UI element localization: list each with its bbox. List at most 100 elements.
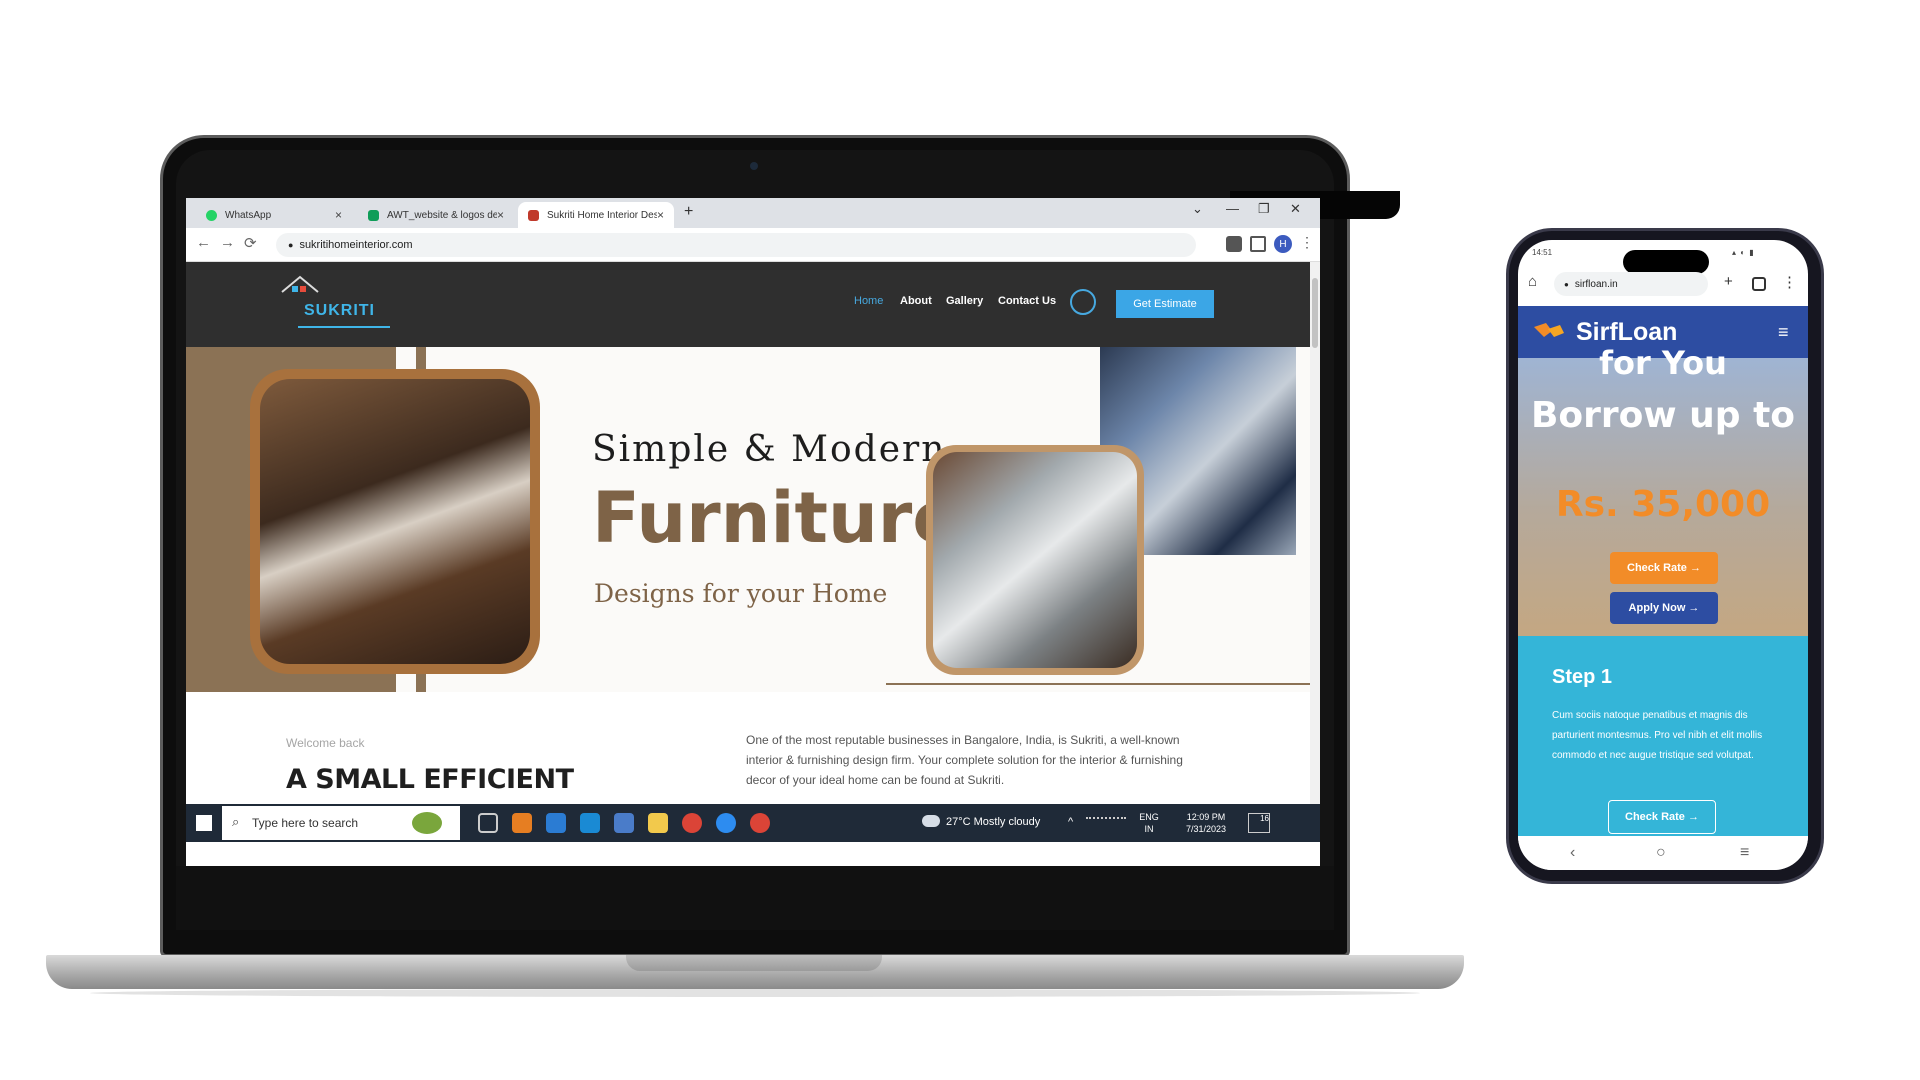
home-icon[interactable]: ⌂ <box>1528 273 1537 290</box>
sirfloan-logo-icon[interactable] <box>1534 323 1564 339</box>
search-icon: ⌕ <box>232 814 240 829</box>
hero-divider <box>886 683 1310 685</box>
task-view-icon[interactable] <box>478 813 498 833</box>
page-scrollbar[interactable] <box>1310 262 1320 804</box>
logo-text: SUKRITI <box>304 302 375 319</box>
search-placeholder: Type here to search <box>252 816 359 830</box>
back-icon[interactable]: ← <box>196 234 211 251</box>
bedroom-photo <box>260 379 530 664</box>
weather-text[interactable]: 27°C Mostly cloudy <box>946 816 1040 828</box>
vscode-icon[interactable] <box>546 813 566 833</box>
home-circle-icon[interactable]: ○ <box>1656 844 1666 862</box>
hero-line-3: Designs for your Home <box>594 579 888 608</box>
brand-name[interactable]: SirfLoan <box>1576 318 1677 347</box>
phone-url-text: sirfloan.in <box>1574 278 1618 290</box>
forward-icon[interactable]: → <box>220 234 235 251</box>
whatsapp-icon[interactable] <box>1070 289 1096 315</box>
step-title: Step 1 <box>1552 666 1613 688</box>
close-tab-icon[interactable]: × <box>335 208 342 222</box>
minimize-button[interactable]: — <box>1226 201 1239 216</box>
hamburger-menu-icon[interactable]: ≡ <box>1778 322 1789 343</box>
nav-gallery[interactable]: Gallery <box>946 295 983 307</box>
logo-underline <box>298 326 390 328</box>
mail-icon[interactable] <box>580 813 600 833</box>
recents-icon[interactable]: ≡ <box>1740 844 1749 862</box>
notifications-icon[interactable]: 16 <box>1248 813 1270 833</box>
nav-contact-us[interactable]: Contact Us <box>998 295 1056 307</box>
welcome-label: Welcome back <box>286 736 365 750</box>
reload-icon[interactable]: ⟳ <box>244 234 257 252</box>
tray-chevron-icon[interactable]: ^ <box>1068 816 1073 828</box>
phone-url-input[interactable]: ● sirfloan.in <box>1554 272 1708 296</box>
sheets-icon <box>368 209 379 221</box>
status-icons: ▴ ◐ ▮ <box>1732 248 1755 257</box>
close-tab-icon[interactable]: × <box>497 208 504 222</box>
nav-about[interactable]: About <box>900 295 932 307</box>
wardrobe-photo <box>933 452 1137 668</box>
apply-now-button[interactable]: Apply Now → <box>1610 592 1718 624</box>
sidepanel-icon[interactable] <box>1250 236 1266 252</box>
phone-nav-bar: ‹ ○ ≡ <box>1518 836 1808 870</box>
phone-screen: 14:51 ▴ ◐ ▮ ⌂ ● sirfloan.in + ⋮ SirfLoan… <box>1518 240 1808 870</box>
tab-whatsapp[interactable]: WhatsApp × <box>196 202 352 228</box>
step-check-rate-button[interactable]: Check Rate → <box>1608 800 1716 834</box>
time-text: 12:09 PM <box>1186 812 1226 822</box>
windows-start-icon[interactable] <box>196 815 212 831</box>
back-icon[interactable]: ‹ <box>1570 844 1575 862</box>
url-text: sukritihomeinterior.com <box>299 239 413 251</box>
store-icon[interactable] <box>614 813 634 833</box>
bedroom-photo-frame <box>250 369 540 674</box>
new-tab-button[interactable]: + <box>684 203 693 221</box>
skype-icon[interactable] <box>716 813 736 833</box>
chrome-profile-icon[interactable] <box>750 813 770 833</box>
intro-paragraph: One of the most reputable businesses in … <box>746 733 1183 787</box>
weather-icon <box>922 815 940 827</box>
windows-taskbar: ⌕ Type here to search 27°C Mostly cloudy… <box>186 804 1320 842</box>
phone-menu-icon[interactable]: ⋮ <box>1782 273 1797 291</box>
lock-icon: ● <box>1564 279 1569 289</box>
taskbar-search-input[interactable]: ⌕ Type here to search <box>222 806 460 840</box>
tabs-count-icon[interactable] <box>1752 277 1766 291</box>
lang-text: ENG <box>1139 812 1159 822</box>
avocado-icon <box>412 812 442 834</box>
step-text: Cum sociis natoque penatibus et magnis d… <box>1552 710 1763 761</box>
laptop-bottom-bezel <box>176 866 1334 930</box>
region-text: IN <box>1144 824 1154 834</box>
restore-button[interactable]: ❐ <box>1258 201 1270 217</box>
chrome-icon[interactable] <box>682 813 702 833</box>
lock-icon: ● <box>288 240 294 250</box>
date-text: 7/31/2023 <box>1185 824 1227 834</box>
nav-home[interactable]: Home <box>854 295 883 307</box>
file-explorer-icon[interactable] <box>648 813 668 833</box>
tab-search-icon[interactable]: ⌄ <box>1192 201 1203 217</box>
laptop-shadow <box>90 989 1420 997</box>
section-heading: A SMALL EFFICIENT <box>286 764 574 795</box>
site-header: SUKRITI Home About Gallery Contact Us Ge… <box>186 262 1310 347</box>
url-input[interactable]: ● sukritihomeinterior.com <box>276 233 1196 257</box>
tab-sheets[interactable]: AWT_website & logos details - G × <box>358 202 514 228</box>
check-rate-button[interactable]: Check Rate → <box>1610 552 1718 584</box>
scroll-thumb[interactable] <box>1312 278 1318 348</box>
browser-address-bar: ← → ⟳ ● sukritihomeinterior.com H ⋮ <box>186 228 1320 262</box>
tab-label: Sukriti Home Interior Design – B <box>547 209 657 221</box>
edge-icon[interactable] <box>512 813 532 833</box>
tab-sukriti[interactable]: Sukriti Home Interior Design – B × <box>518 202 674 228</box>
close-tab-icon[interactable]: × <box>657 208 664 222</box>
step-section: Step 1 Cum sociis natoque penatibus et m… <box>1518 636 1808 836</box>
status-time: 14:51 <box>1532 248 1553 257</box>
dynamic-island <box>1623 250 1709 274</box>
profile-avatar[interactable]: H <box>1274 235 1292 253</box>
extensions-icon[interactable] <box>1226 236 1242 252</box>
new-tab-icon[interactable]: + <box>1724 273 1733 290</box>
browser-tab-bar: WhatsApp × AWT_website & logos details -… <box>186 198 1320 228</box>
hero-banner: Simple & Modern Furniture Designs for yo… <box>186 347 1310 692</box>
menu-icon[interactable]: ⋮ <box>1300 234 1314 251</box>
close-window-button[interactable]: ✕ <box>1290 201 1301 217</box>
language-indicator[interactable]: ENG IN <box>1136 811 1162 835</box>
clock[interactable]: 12:09 PM 7/31/2023 <box>1174 811 1238 835</box>
get-estimate-button[interactable]: Get Estimate <box>1116 290 1214 318</box>
sukriti-logo[interactable]: SUKRITI <box>280 274 400 334</box>
laptop-screen: WhatsApp × AWT_website & logos details -… <box>186 198 1320 866</box>
camera-icon <box>750 162 758 170</box>
whatsapp-icon <box>206 209 217 221</box>
